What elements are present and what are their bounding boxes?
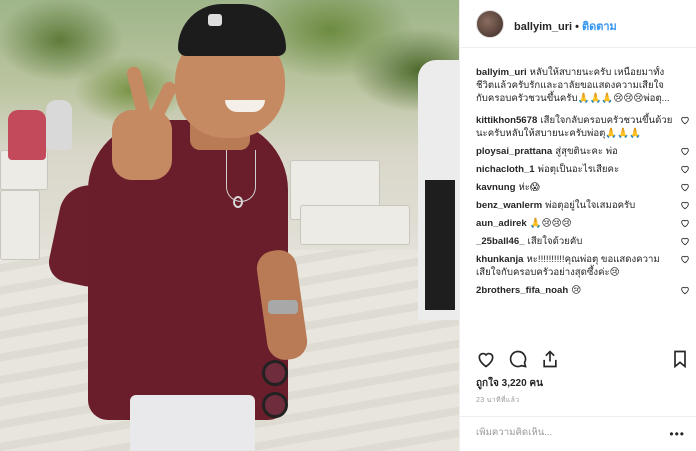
- subject-watch: [268, 300, 298, 314]
- likes-count[interactable]: ถูกใจ 3,220 คน: [476, 376, 543, 391]
- subject-pants: [130, 395, 255, 451]
- comment-item: 2brothers_fifa_noah 😢: [476, 284, 690, 297]
- comment-text: พ่อตุอยู่ในใจเสมอครับ: [545, 200, 636, 211]
- separator-dot: •: [575, 21, 579, 33]
- comment-text: เสียใจด้วยคับ: [527, 236, 583, 247]
- add-comment-bar: •••: [460, 416, 696, 451]
- heart-icon[interactable]: [680, 182, 690, 192]
- subject-pendant: [233, 196, 243, 208]
- comment-username[interactable]: ploysai_prattana: [476, 146, 552, 157]
- comment-username[interactable]: kittikhon5678: [476, 115, 537, 126]
- comments-list[interactable]: ballyim_uri หลับให้สบายนะครับ เหนื่อยมาทั…: [476, 66, 690, 342]
- author-username[interactable]: ballyim_uri: [514, 21, 572, 33]
- post-sidebar: ballyim_uri • ติดตาม ballyim_uri หลับให้สบา…: [459, 0, 696, 451]
- comment-username[interactable]: _25ball46_: [476, 236, 525, 247]
- comment-item: kavnung ห่ะ😱: [476, 181, 690, 194]
- background-person: [8, 110, 46, 160]
- heart-icon[interactable]: [680, 164, 690, 174]
- subject-smile: [225, 100, 265, 112]
- heart-icon[interactable]: [680, 200, 690, 210]
- comment-username[interactable]: aun_adirek: [476, 218, 527, 229]
- post-photo[interactable]: [0, 0, 459, 451]
- background-person-legs: [425, 180, 455, 310]
- comment-text: 🙏😢😢😢: [529, 218, 572, 229]
- heart-icon[interactable]: [680, 285, 690, 295]
- caption: ballyim_uri หลับให้สบายนะครับ เหนื่อยมาทั…: [476, 66, 690, 105]
- comment-item: nichacloth_1 พ่อตุเป็นอะไรเสียคะ: [476, 163, 690, 176]
- comment-item: _25ball46_ เสียใจด้วยคับ: [476, 235, 690, 248]
- post-header: ballyim_uri • ติดตาม: [460, 0, 696, 48]
- comment-username[interactable]: benz_wanlerm: [476, 200, 542, 211]
- heart-icon[interactable]: [680, 236, 690, 246]
- comment-item: aun_adirek 🙏😢😢😢: [476, 217, 690, 230]
- comment-item: kittikhon5678 เสียใจกลับครอบครัวชวนขึ้นด้…: [476, 114, 690, 140]
- share-icon[interactable]: [540, 349, 560, 369]
- comment-text: 😢: [571, 285, 582, 296]
- avatar[interactable]: [476, 10, 504, 38]
- comment-item: ploysai_prattana สู่สุขตินะคะ พ่อ: [476, 145, 690, 158]
- comment-username[interactable]: khunkanja: [476, 254, 523, 265]
- background-bench: [300, 205, 410, 245]
- comment-text: สู่สุขตินะคะ พ่อ: [555, 146, 618, 157]
- follow-button[interactable]: ติดตาม: [582, 21, 617, 33]
- subject-necklace: [226, 150, 256, 202]
- caption-username[interactable]: ballyim_uri: [476, 67, 527, 78]
- comment-item: khunkanja หะ!!!!!!!!!!คุณพ่อตุ ขอแสดงความ…: [476, 253, 690, 279]
- heart-icon[interactable]: [680, 115, 690, 125]
- post-author: ballyim_uri • ติดตาม: [514, 17, 617, 35]
- heart-icon[interactable]: [680, 218, 690, 228]
- comment-item: benz_wanlerm พ่อตุอยู่ในใจเสมอครับ: [476, 199, 690, 212]
- cap-logo: [208, 14, 222, 26]
- background-bench: [0, 190, 40, 260]
- more-options-icon[interactable]: •••: [669, 427, 685, 441]
- heart-icon[interactable]: [680, 254, 690, 264]
- subject-sunglasses: [262, 360, 292, 430]
- comment-input[interactable]: [476, 427, 666, 438]
- subject-peace-hand: [112, 110, 172, 180]
- comment-text: ห่ะ😱: [518, 182, 540, 193]
- like-heart-icon[interactable]: [476, 349, 496, 369]
- comment-username[interactable]: nichacloth_1: [476, 164, 535, 175]
- bookmark-icon[interactable]: [670, 349, 690, 369]
- post-timestamp: 23 นาทีที่แล้ว: [476, 397, 520, 404]
- heart-icon[interactable]: [680, 146, 690, 156]
- post-actions: [476, 349, 690, 373]
- comment-bubble-icon[interactable]: [508, 349, 528, 369]
- comment-text: พ่อตุเป็นอะไรเสียคะ: [537, 164, 620, 175]
- comment-username[interactable]: 2brothers_fifa_noah: [476, 285, 568, 296]
- comment-username[interactable]: kavnung: [476, 182, 515, 193]
- background-person: [46, 100, 72, 150]
